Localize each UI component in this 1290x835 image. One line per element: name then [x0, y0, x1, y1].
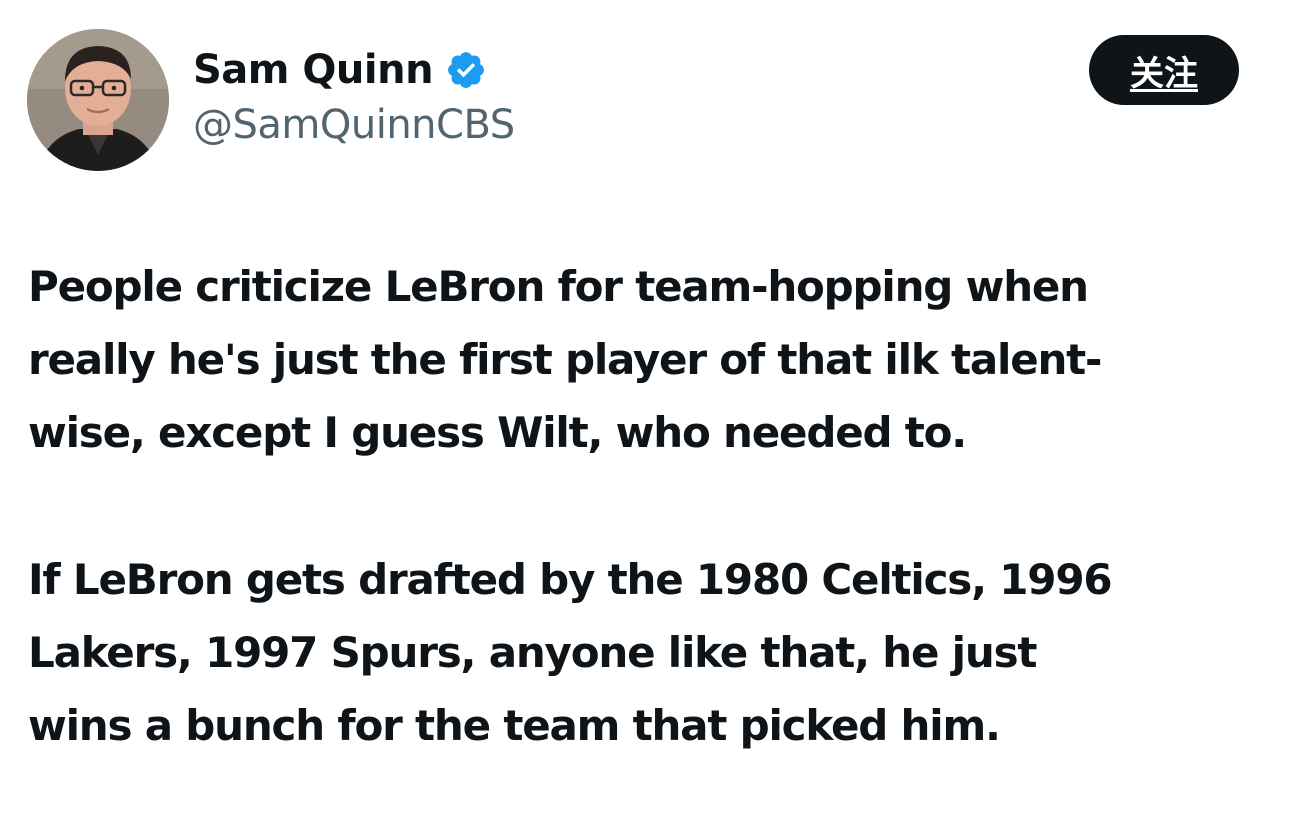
tweet-text: People criticize LeBron for team-hopping…	[28, 250, 1268, 762]
name-row: Sam Quinn	[193, 40, 487, 100]
tweet-paragraph: People criticize LeBron for team-hopping…	[28, 262, 1102, 457]
tweet-paragraph: If LeBron gets drafted by the 1980 Celti…	[28, 555, 1113, 750]
author-display-name[interactable]: Sam Quinn	[193, 47, 434, 93]
author-handle[interactable]: @SamQuinnCBS	[193, 102, 515, 148]
avatar-image	[27, 29, 169, 171]
avatar[interactable]	[27, 29, 169, 171]
follow-button[interactable]: 关注	[1089, 35, 1239, 105]
tweet-header: Sam Quinn @SamQuinnCBS 关注	[0, 0, 1290, 200]
verified-badge-icon	[445, 49, 487, 91]
